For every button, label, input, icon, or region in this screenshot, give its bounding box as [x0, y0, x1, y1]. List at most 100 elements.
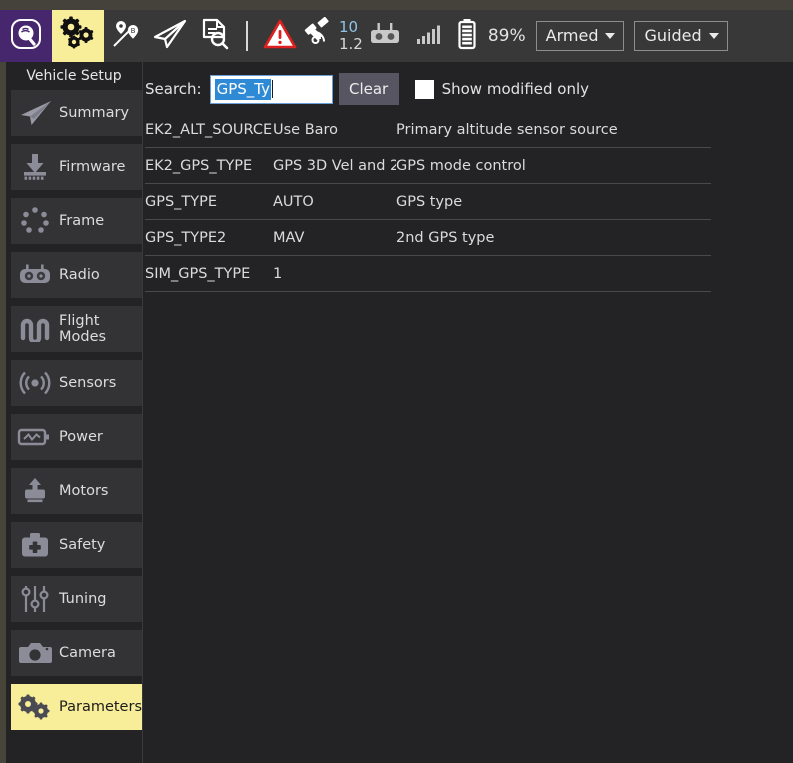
table-row[interactable]: GPS_TYPE2 MAV 2nd GPS type [145, 220, 711, 256]
waveform-icon [11, 306, 59, 352]
sidebar-item-label: Frame [59, 213, 105, 229]
param-description: 2nd GPS type [396, 229, 495, 246]
sidebar-item-parameters[interactable]: Parameters [11, 684, 142, 730]
armed-dropdown-label: Armed [545, 26, 599, 45]
clear-button[interactable]: Clear [338, 73, 399, 105]
flight-mode-dropdown-label: Guided [644, 26, 702, 45]
sidebar-item-label: Camera [59, 645, 116, 661]
table-row[interactable]: EK2_ALT_SOURCE Use Baro Primary altitude… [145, 112, 711, 148]
sidebar-item-label: Summary [59, 105, 130, 121]
search-bar: Search: GPS_Ty Clear Show modified only [145, 73, 589, 105]
signal-strength-button[interactable] [407, 10, 451, 62]
plan-icon: B [109, 17, 143, 55]
chevron-down-icon [708, 32, 719, 39]
parameters-table: EK2_ALT_SOURCE Use Baro Primary altitude… [145, 112, 711, 292]
sidebar-item-power[interactable]: Power [11, 414, 142, 460]
sidebar-item-label: Safety [59, 537, 106, 553]
main-toolbar: B 10 1.2 89% Armed Guided [0, 10, 793, 62]
param-value: GPS 3D Vel and 2D Pc [273, 157, 396, 174]
sidebar-item-label: Power [59, 429, 103, 445]
window-top-strip [0, 0, 793, 10]
analyze-icon [197, 17, 231, 55]
clear-button-label: Clear [348, 80, 389, 98]
gears-icon [59, 16, 97, 56]
sidebar-item-label: Flight Modes [59, 313, 107, 345]
vehicle-setup-tab[interactable] [52, 10, 104, 62]
sidebar-item-flight-modes[interactable]: Flight Modes [11, 306, 142, 352]
sidebar-item-firmware[interactable]: Firmware [11, 144, 142, 190]
param-description: GPS mode control [396, 157, 526, 174]
qgc-logo-button[interactable] [0, 10, 52, 62]
sidebar-item-tuning[interactable]: Tuning [11, 576, 142, 622]
sidebar-item-label: Sensors [59, 375, 117, 391]
battery-icon [457, 18, 477, 54]
battery-percentage: 89% [487, 26, 526, 46]
table-row[interactable]: EK2_GPS_TYPE GPS 3D Vel and 2D Pc GPS mo… [145, 148, 711, 184]
param-name: SIM_GPS_TYPE [145, 265, 251, 282]
param-name: EK2_GPS_TYPE [145, 157, 253, 174]
sidebar-item-motors[interactable]: Motors [11, 468, 142, 514]
rc-controller-icon [11, 252, 59, 298]
table-row[interactable]: SIM_GPS_TYPE 1 [145, 256, 711, 292]
param-name: GPS_TYPE2 [145, 229, 227, 246]
first-aid-icon [11, 522, 59, 568]
gps-satellite-count: 10 [339, 18, 359, 37]
param-description: Primary altitude sensor source [396, 121, 618, 138]
sidebar-item-label: Radio [59, 267, 100, 283]
analyze-button[interactable] [192, 10, 236, 62]
battery-status[interactable] [451, 10, 483, 62]
gears-icon [11, 684, 59, 730]
download-chip-icon [11, 144, 59, 190]
vehicle-setup-sidebar: Vehicle Setup Summary Firmware Frame Rad… [6, 62, 142, 763]
qgroundcontrol-window: B 10 1.2 89% Armed Guided Vehicle Setup … [0, 0, 793, 763]
param-value: AUTO [273, 193, 314, 210]
gps-hdop-value: 1.2 [339, 35, 363, 53]
sidebar-item-frame[interactable]: Frame [11, 198, 142, 244]
paper-plane-icon [11, 90, 59, 136]
chevron-down-icon [605, 32, 616, 39]
text-caret [272, 80, 273, 98]
sidebar-item-camera[interactable]: Camera [11, 630, 142, 676]
sidebar-item-sensors[interactable]: Sensors [11, 360, 142, 406]
signal-bars-icon [416, 23, 442, 49]
param-value: Use Baro [273, 121, 339, 138]
rc-controller-icon [369, 21, 401, 51]
param-value: MAV [273, 229, 305, 246]
search-label: Search: [145, 80, 202, 98]
satellite-icon [302, 16, 338, 55]
warning-button[interactable] [258, 10, 302, 62]
param-name: EK2_ALT_SOURCE [145, 121, 273, 138]
camera-icon [11, 630, 59, 676]
param-name: GPS_TYPE [145, 193, 218, 210]
table-row[interactable]: GPS_TYPE AUTO GPS type [145, 184, 711, 220]
plan-button[interactable]: B [104, 10, 148, 62]
sidebar-item-radio[interactable]: Radio [11, 252, 142, 298]
rc-status-button[interactable] [363, 10, 407, 62]
battery-power-icon [11, 414, 59, 460]
warning-triangle-icon [263, 19, 297, 54]
sidebar-item-label: Tuning [59, 591, 107, 607]
checkbox-box[interactable] [414, 79, 434, 99]
flight-mode-dropdown[interactable]: Guided [634, 21, 728, 51]
sensor-waves-icon [11, 360, 59, 406]
frame-dots-icon [11, 198, 59, 244]
qgc-logo-icon [9, 17, 43, 55]
sidebar-item-label: Parameters [59, 699, 142, 715]
fly-button[interactable] [148, 10, 192, 62]
fly-icon [152, 18, 188, 54]
show-modified-only-label: Show modified only [441, 80, 590, 98]
show-modified-only-checkbox[interactable]: Show modified only [414, 79, 590, 99]
svg-text:B: B [131, 27, 136, 35]
motor-icon [11, 468, 59, 514]
toolbar-divider [246, 21, 248, 51]
armed-dropdown[interactable]: Armed [535, 21, 625, 51]
search-input[interactable]: GPS_Ty [209, 74, 333, 104]
parameters-panel: Search: GPS_Ty Clear Show modified only … [143, 62, 793, 763]
sidebar-item-safety[interactable]: Safety [11, 522, 142, 568]
sidebar-item-summary[interactable]: Summary [11, 90, 142, 136]
param-value: 1 [273, 265, 283, 282]
search-input-value: GPS_Ty [214, 78, 271, 100]
sidebar-item-label: Firmware [59, 159, 126, 175]
param-description: GPS type [396, 193, 463, 210]
gps-status[interactable]: 10 1.2 [302, 16, 363, 55]
